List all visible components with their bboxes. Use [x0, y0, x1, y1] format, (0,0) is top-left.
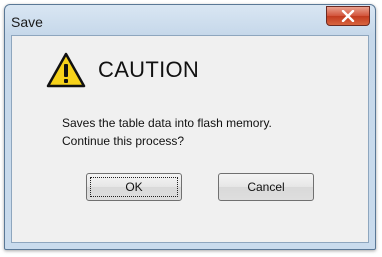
cancel-button[interactable]: Cancel [218, 173, 314, 201]
cancel-button-label: Cancel [247, 180, 285, 194]
warning-icon [46, 52, 86, 88]
ok-button[interactable]: OK [86, 173, 182, 201]
title-bar[interactable]: Save [5, 5, 375, 35]
save-dialog-window: Save CAUTION Saves the table data into f… [4, 4, 376, 250]
message-line-2: Continue this process? [62, 134, 185, 148]
focus-ring [90, 177, 178, 197]
window-title: Save [11, 14, 43, 30]
dialog-content: CAUTION Saves the table data into flash … [11, 35, 369, 243]
dialog-message: Saves the table data into flash memory. … [62, 114, 272, 150]
caution-header: CAUTION [46, 52, 199, 88]
caution-heading: CAUTION [98, 57, 200, 82]
message-line-1: Saves the table data into flash memory. [62, 116, 272, 130]
close-icon [341, 10, 355, 22]
close-button[interactable] [326, 6, 370, 26]
